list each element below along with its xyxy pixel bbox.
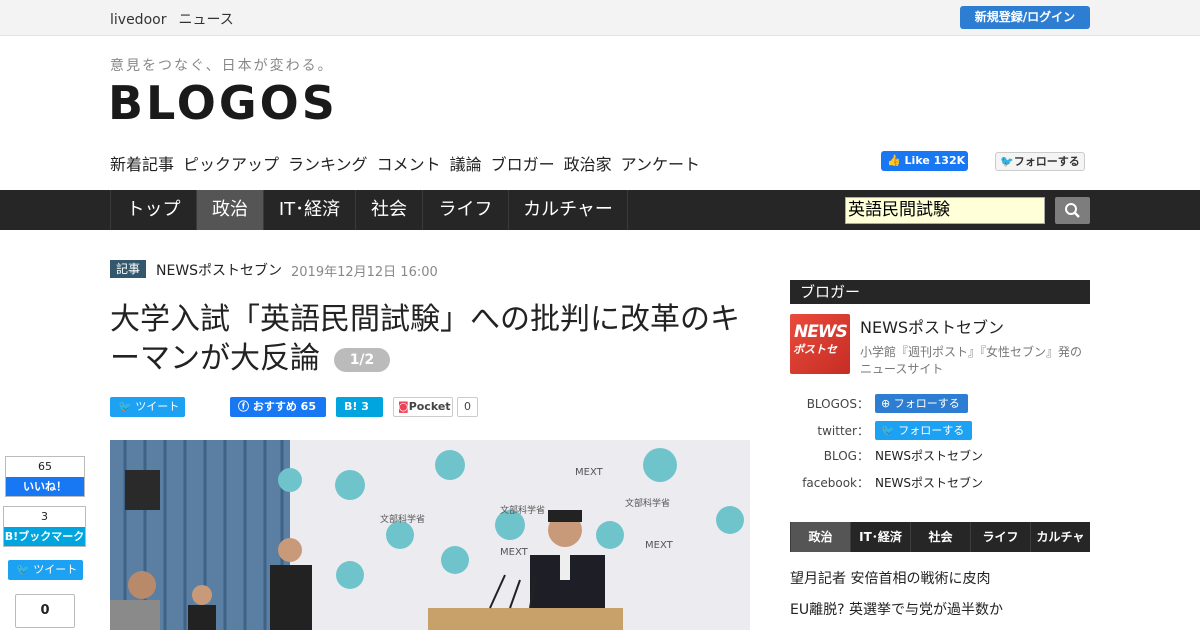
subnav-bloggers[interactable]: ブロガー [491,155,555,174]
nav-politics[interactable]: 政治 [196,190,263,230]
tw-follow-sidebar-label: フォローする [898,424,965,437]
twitter-bird-icon: 🐦 [881,424,895,437]
facebook-link[interactable]: NEWSポストセブン [875,473,983,493]
tweet-label: ツイート [135,400,180,413]
top-bar: livedoor ニュース 新規登録/ログイン [0,0,1200,36]
sidebar-row-twitter: twitter： 🐦 フォローする [790,421,1090,441]
row-label: facebook： [802,476,869,490]
row-label: BLOGOS： [806,397,869,411]
float-hb-label: B!ブックマーク [4,527,85,546]
float-fb-count: 65 [38,460,52,473]
blogos-follow-button[interactable]: ⊕ フォローする [875,394,968,413]
blogos-follow-label: フォローする [893,397,960,410]
twitter-bird-icon: 🐦 [16,563,30,576]
article-photo: MEXT MEXT MEXT 文部科学省 文部科学省 文部科学省 [110,440,750,630]
blogger-avatar[interactable]: NEWS ポストセ [790,314,850,374]
mext-label-3: MEXT [500,547,529,558]
tw-follow-label: フォローする [1013,155,1080,168]
subnav-pickup[interactable]: ピックアップ [183,155,279,174]
avatar-text-news: NEWS [794,322,848,342]
search-input[interactable]: 英語民間試験 [845,197,1045,224]
blogger-name[interactable]: NEWSポストセブン [860,314,1004,338]
twitter-bird-icon: 🐦 [1000,155,1014,168]
livedoor-brand[interactable]: livedoor ニュース [110,9,246,29]
tab-life[interactable]: ライフ [970,522,1030,552]
nav-culture[interactable]: カルチャー [508,190,628,230]
blogos-logo[interactable]: BLOGOS [108,76,338,130]
plus-icon: ⊕ [881,397,891,410]
pocket-button[interactable]: ◙Pocket [393,397,453,417]
tweet-button[interactable]: 🐦 ツイート [110,397,185,417]
avatar-text-post: ポストセ [793,343,837,356]
hatena-bookmark-button[interactable]: B! 3 [336,397,383,417]
thumbs-up-icon: 👍 [887,154,901,167]
subnav-survey[interactable]: アンケート [621,155,700,174]
float-hb-count: 3 [41,510,48,523]
nav-society[interactable]: 社会 [355,190,422,230]
facebook-like-button[interactable]: 👍 Like 132K [881,151,968,171]
float-tweet-label: ツイート [33,563,78,576]
nav-top[interactable]: トップ [110,190,196,230]
pocket-icon: ◙ [398,400,409,413]
article-source[interactable]: NEWSポストセブン [156,260,282,280]
float-tweet-button[interactable]: 🐦 ツイート [8,560,83,580]
magnifier-icon [1065,203,1080,218]
search-button[interactable] [1055,197,1090,224]
news-item[interactable]: 望月記者 安倍首相の戦術に皮肉 [790,568,990,588]
article-title-text: 大学入試「英語民間試験」への批判に改革のキーマンが大反論 [110,302,740,376]
sidebar-row-facebook: facebook： NEWSポストセブン [790,473,1090,493]
tab-society[interactable]: 社会 [910,522,970,552]
subnav-discussion[interactable]: 議論 [450,155,482,174]
press-conference-image: MEXT MEXT MEXT 文部科学省 文部科学省 文部科学省 [110,440,750,630]
mext-label-2: MEXT [645,540,674,551]
news-item[interactable]: EU離脱? 英選挙で与党が過半数か [790,599,1003,619]
float-facebook-like[interactable]: 65 いいね！ [5,456,85,497]
sidebar-category-tabs: 政治 IT･経済 社会 ライフ カルチャー [790,522,1090,574]
brand-news: ニュース [178,12,234,28]
subnav-comments[interactable]: コメント [377,155,441,174]
sidebar-heading: ブロガー [790,280,1090,304]
tab-culture[interactable]: カルチャー [1030,522,1090,574]
article-title: 大学入試「英語民間試験」への批判に改革のキーマンが大反論 1/2 [110,300,750,378]
facebook-icon: ⓕ [238,400,249,413]
hatena-count: 3 [361,400,369,413]
pocket-count: 0 [457,397,478,417]
tab-politics[interactable]: 政治 [790,522,850,552]
tab-it-economy[interactable]: IT･経済 [850,522,910,552]
pocket-label: Pocket [408,400,451,413]
article-date: 2019年12月12日 16:00 [291,265,438,280]
mext-label: MEXT [575,467,604,478]
float-hatena-bookmark[interactable]: 3 B!ブックマーク [3,506,86,547]
page-indicator: 1/2 [334,347,390,372]
facebook-recommend-button[interactable]: ⓕ おすすめ 65 [230,397,326,417]
blog-link[interactable]: NEWSポストセブン [875,446,983,466]
brand-livedoor: livedoor [110,12,167,28]
twitter-follow-button[interactable]: 🐦フォローする [995,152,1085,171]
fb-like-label: Like 132K [904,154,966,167]
twitter-bird-icon: 🐦 [118,400,132,413]
row-label: BLOG： [823,449,869,463]
register-login-button[interactable]: 新規登録/ログイン [960,6,1090,29]
subnav-politicians[interactable]: 政治家 [564,155,612,174]
subnav-ranking[interactable]: ランキング [288,155,368,174]
subnav-new-articles[interactable]: 新着記事 [110,155,174,174]
blogger-description: 小学館『週刊ポスト』『女性セブン』発のニュースサイト [860,345,1083,376]
sub-navigation: 新着記事 ピックアップ ランキング コメント 議論 ブロガー 政治家 アンケート [110,151,709,175]
nav-it-economy[interactable]: IT･経済 [263,190,355,230]
twitter-follow-sidebar-button[interactable]: 🐦 フォローする [875,421,973,440]
nav-life[interactable]: ライフ [422,190,508,230]
float-pocket-count[interactable]: 0 [15,594,75,628]
hatena-icon: B! [344,400,358,413]
row-label: twitter： [817,424,869,438]
fb-recommend-label: おすすめ 65 [252,400,316,413]
sidebar-row-blogos: BLOGOS： ⊕ フォローする [790,394,1090,414]
float-fb-label: いいね！ [6,477,84,496]
article-type-badge: 記事 [110,260,146,278]
ministry-label-2: 文部科学省 [500,504,545,516]
ministry-label-3: 文部科学省 [380,513,425,525]
sidebar-row-blog: BLOG： NEWSポストセブン [790,446,1090,466]
site-tagline: 意見をつなぐ、日本が変わる。 [110,58,334,74]
ministry-label: 文部科学省 [625,497,670,509]
